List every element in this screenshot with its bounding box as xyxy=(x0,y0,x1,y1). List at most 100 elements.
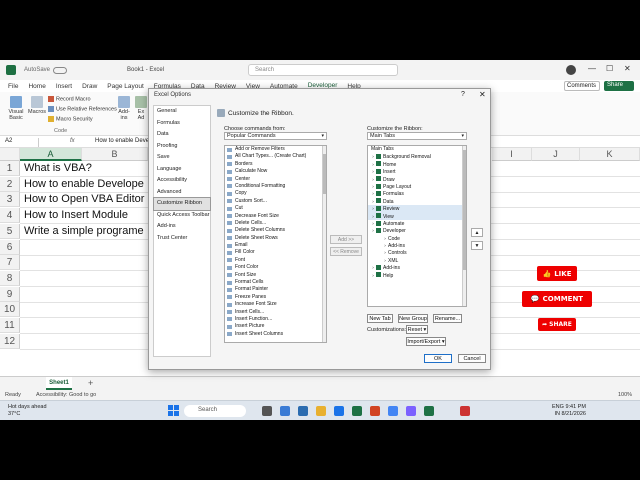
command-item[interactable]: Delete Sheet Columns xyxy=(225,227,326,234)
command-item[interactable]: Cut xyxy=(225,205,326,212)
maximize-button[interactable]: ☐ xyxy=(606,64,613,73)
tree-item[interactable]: › Add-ins xyxy=(368,264,466,271)
options-nav-customize-ribbon[interactable]: Customize Ribbon xyxy=(153,197,211,211)
command-item[interactable]: Delete Sheet Rows xyxy=(225,235,326,242)
title-search-box[interactable]: Search xyxy=(248,64,398,76)
cell-a3[interactable]: How to Open VBA Editor xyxy=(24,192,144,207)
command-item[interactable]: Freeze Panes xyxy=(225,294,326,301)
row-header[interactable]: 4 xyxy=(0,208,20,224)
commands-scrollbar[interactable] xyxy=(322,146,326,342)
store-icon[interactable] xyxy=(334,406,344,416)
command-item[interactable]: Fill Color xyxy=(225,249,326,256)
checkbox-icon[interactable] xyxy=(376,176,381,182)
checkbox-icon[interactable] xyxy=(376,191,381,197)
command-item[interactable]: Add or Remove Filters xyxy=(225,146,326,153)
tree-item[interactable]: › Page Layout xyxy=(368,183,466,190)
checkbox-icon[interactable] xyxy=(376,227,381,233)
column-header-k[interactable]: K xyxy=(580,148,640,161)
options-nav-general[interactable]: General xyxy=(154,106,210,118)
tree-item[interactable]: › Help xyxy=(368,272,466,279)
tree-item[interactable]: › Controls xyxy=(368,249,466,256)
comments-button[interactable]: Comments xyxy=(564,81,600,91)
new-group-button[interactable]: New Group xyxy=(398,314,428,323)
command-item[interactable]: Format Cells xyxy=(225,279,326,286)
edge-browser-icon[interactable] xyxy=(298,406,308,416)
ribbon-tab-page-layout[interactable]: Page Layout xyxy=(107,83,144,90)
remove-button[interactable]: << Remove xyxy=(330,247,362,256)
file-explorer-icon[interactable] xyxy=(316,406,326,416)
macros-button[interactable]: Macros xyxy=(28,96,46,115)
tree-scrollbar[interactable] xyxy=(462,146,466,306)
ribbon-tab-home[interactable]: Home xyxy=(28,83,45,90)
command-item[interactable]: Insert Cells... xyxy=(225,309,326,316)
new-tab-button[interactable]: New Tab xyxy=(367,314,393,323)
ribbon-tab-draw[interactable]: Draw xyxy=(82,83,97,90)
main-tabs-tree[interactable]: Main Tabs › Background Removal › Home › Inser… xyxy=(367,145,467,307)
move-down-button[interactable]: ▼ xyxy=(471,241,483,250)
task-view-icon[interactable] xyxy=(262,406,272,416)
checkbox-icon[interactable] xyxy=(376,198,381,204)
ribbon-tab-file[interactable]: File xyxy=(8,83,18,90)
import-export-button[interactable]: Import/Export ▾ xyxy=(406,337,446,346)
command-item[interactable]: Copy xyxy=(225,190,326,197)
options-nav-quick-access-toolbar[interactable]: Quick Access Toolbar xyxy=(154,210,210,222)
tree-item[interactable]: › Developer xyxy=(368,227,466,234)
tree-item[interactable]: › View xyxy=(368,212,466,220)
system-tray[interactable]: ENG 9:41 PM IN 8/21/2026 xyxy=(552,404,586,417)
cell-a2[interactable]: How to enable Develope xyxy=(24,177,144,192)
row-header[interactable]: 7 xyxy=(0,255,20,271)
row-header[interactable]: 9 xyxy=(0,286,20,302)
excel-active-icon[interactable] xyxy=(424,406,434,416)
add-sheet-button[interactable]: + xyxy=(88,378,93,388)
cell-a1[interactable]: What is VBA? xyxy=(24,161,92,176)
row-header[interactable]: 11 xyxy=(0,318,20,333)
command-item[interactable]: Custom Sort... xyxy=(225,198,326,205)
cancel-button[interactable]: Cancel xyxy=(458,354,486,363)
options-nav-save[interactable]: Save xyxy=(154,152,210,164)
rename-button[interactable]: Rename... xyxy=(433,314,462,323)
row-header[interactable]: 12 xyxy=(0,333,20,349)
command-item[interactable]: Delete Cells... xyxy=(225,220,326,227)
row-header[interactable]: 10 xyxy=(0,302,20,318)
checkbox-icon[interactable] xyxy=(376,213,381,219)
cell-a5[interactable]: Write a simple programe xyxy=(24,224,144,239)
relative-references-button[interactable]: Use Relative References xyxy=(48,106,117,112)
command-item[interactable]: Insert Sheet Columns xyxy=(225,331,326,338)
options-nav-accessibility[interactable]: Accessibility xyxy=(154,175,210,187)
column-header-i[interactable]: I xyxy=(492,148,532,161)
excel-taskbar-icon[interactable] xyxy=(352,406,362,416)
column-header-b[interactable]: B xyxy=(82,148,148,161)
options-nav-advanced[interactable]: Advanced xyxy=(154,187,210,199)
options-nav-add-ins[interactable]: Add-ins xyxy=(154,221,210,233)
tree-item[interactable]: › Draw xyxy=(368,176,466,183)
options-nav-trust-center[interactable]: Trust Center xyxy=(154,233,210,245)
status-accessibility[interactable]: Accessibility: Good to go xyxy=(36,392,96,398)
visual-basic-button[interactable]: Visual Basic xyxy=(6,96,26,121)
reset-button[interactable]: Reset ▾ xyxy=(406,325,428,334)
command-item[interactable]: Format Painter xyxy=(225,286,326,293)
cell-a4[interactable]: How to Insert Module xyxy=(24,208,128,223)
checkbox-icon[interactable] xyxy=(376,205,381,211)
widgets-icon[interactable] xyxy=(280,406,290,416)
checkbox-icon[interactable] xyxy=(376,264,381,270)
command-item[interactable]: Insert Picture xyxy=(225,323,326,330)
options-nav-language[interactable]: Language xyxy=(154,164,210,176)
checkbox-icon[interactable] xyxy=(376,272,381,278)
minimize-button[interactable]: — xyxy=(588,64,596,73)
chrome-icon[interactable] xyxy=(388,406,398,416)
checkbox-icon[interactable] xyxy=(376,183,381,189)
customize-ribbon-dropdown[interactable]: Main Tabs xyxy=(367,132,467,140)
row-header[interactable]: 5 xyxy=(0,223,20,239)
command-item[interactable]: Decrease Font Size xyxy=(225,213,326,220)
start-windows-icon[interactable] xyxy=(168,405,180,417)
column-header-j[interactable]: J xyxy=(532,148,580,161)
checkbox-icon[interactable] xyxy=(376,154,381,160)
row-header[interactable]: 1 xyxy=(0,161,20,176)
command-item[interactable]: Font xyxy=(225,257,326,264)
options-nav-data[interactable]: Data xyxy=(154,129,210,141)
excel-addins-button[interactable]: Ex Ad xyxy=(134,96,148,121)
options-nav-proofing[interactable]: Proofing xyxy=(154,141,210,153)
record-macro-button[interactable]: Record Macro xyxy=(48,96,91,102)
command-item[interactable]: Insert Function... xyxy=(225,316,326,323)
command-item[interactable]: Font Color xyxy=(225,264,326,271)
